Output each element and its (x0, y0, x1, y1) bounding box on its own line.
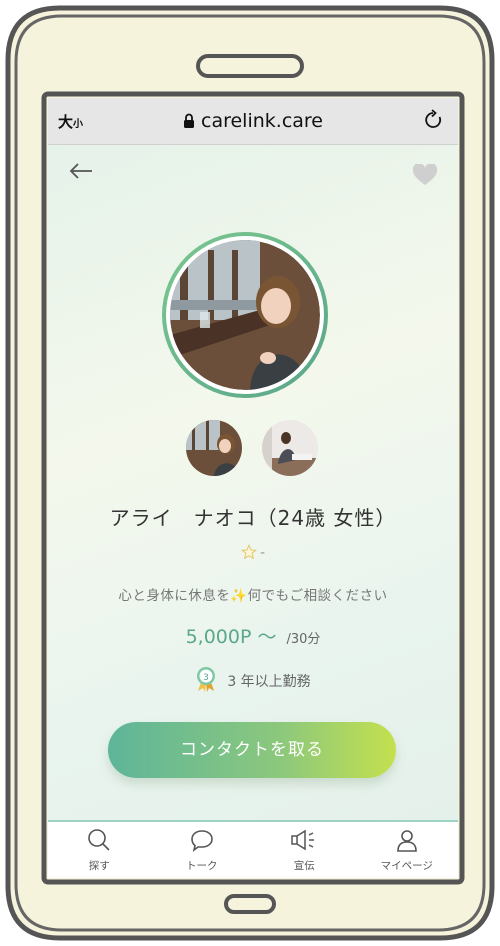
thumbnail-image (186, 420, 242, 476)
price-unit: /30分 (286, 632, 321, 647)
chat-bubble-icon (190, 830, 213, 852)
person-icon (396, 830, 417, 852)
tenure-info: 3 3 年以上勤務 (48, 666, 458, 692)
tab-label: マイページ (380, 860, 433, 872)
gallery-thumbnail-1[interactable] (186, 420, 242, 476)
award-badge-number: 3 (203, 673, 209, 683)
profile-name: アライ ナオコ（24歳 女性） (109, 506, 397, 530)
award-badge-icon: 3 (197, 667, 216, 692)
rating-value: - (259, 545, 266, 561)
tab-promotion[interactable]: 宣伝 (253, 822, 356, 878)
star-outline-icon (241, 544, 257, 560)
tab-search[interactable]: 探す (48, 822, 151, 878)
profile-tagline: 心と身体に休息を✨何でもご相談ください (118, 588, 388, 604)
tab-talk[interactable]: トーク (151, 822, 254, 878)
browser-url-bar: 大小 carelink.care (48, 98, 458, 145)
bottom-tab-bar: 探す トーク 宣伝 マイページ (48, 820, 458, 878)
tenure-text: 3 年以上勤務 (227, 674, 311, 690)
profile-photo[interactable] (162, 232, 328, 398)
price: 5,000P 〜 /30分 (48, 622, 458, 649)
url-text: carelink.care (201, 110, 323, 132)
back-arrow-icon[interactable] (68, 162, 94, 180)
url-display[interactable]: carelink.care (48, 110, 458, 132)
phone-screen: 大小 carelink.care アライ ナオコ（24歳 女性） - 心と身体に… (48, 98, 458, 878)
reload-icon[interactable] (424, 109, 444, 131)
megaphone-icon (291, 829, 315, 851)
gallery-thumbnail-2[interactable] (262, 420, 318, 476)
tab-label: 探す (88, 860, 110, 872)
profile-photo-image (170, 240, 320, 390)
tab-label: 宣伝 (293, 860, 315, 872)
search-icon (88, 829, 110, 851)
favorite-heart-icon[interactable] (412, 164, 438, 186)
tab-my-page[interactable]: マイページ (356, 822, 459, 878)
tab-label: トーク (186, 860, 218, 872)
contact-button[interactable]: コンタクトを取る (108, 722, 396, 778)
price-amount: 5,000P 〜 (185, 626, 277, 648)
rating: - (48, 544, 458, 561)
lock-icon (184, 113, 194, 128)
thumbnail-image (262, 420, 318, 476)
